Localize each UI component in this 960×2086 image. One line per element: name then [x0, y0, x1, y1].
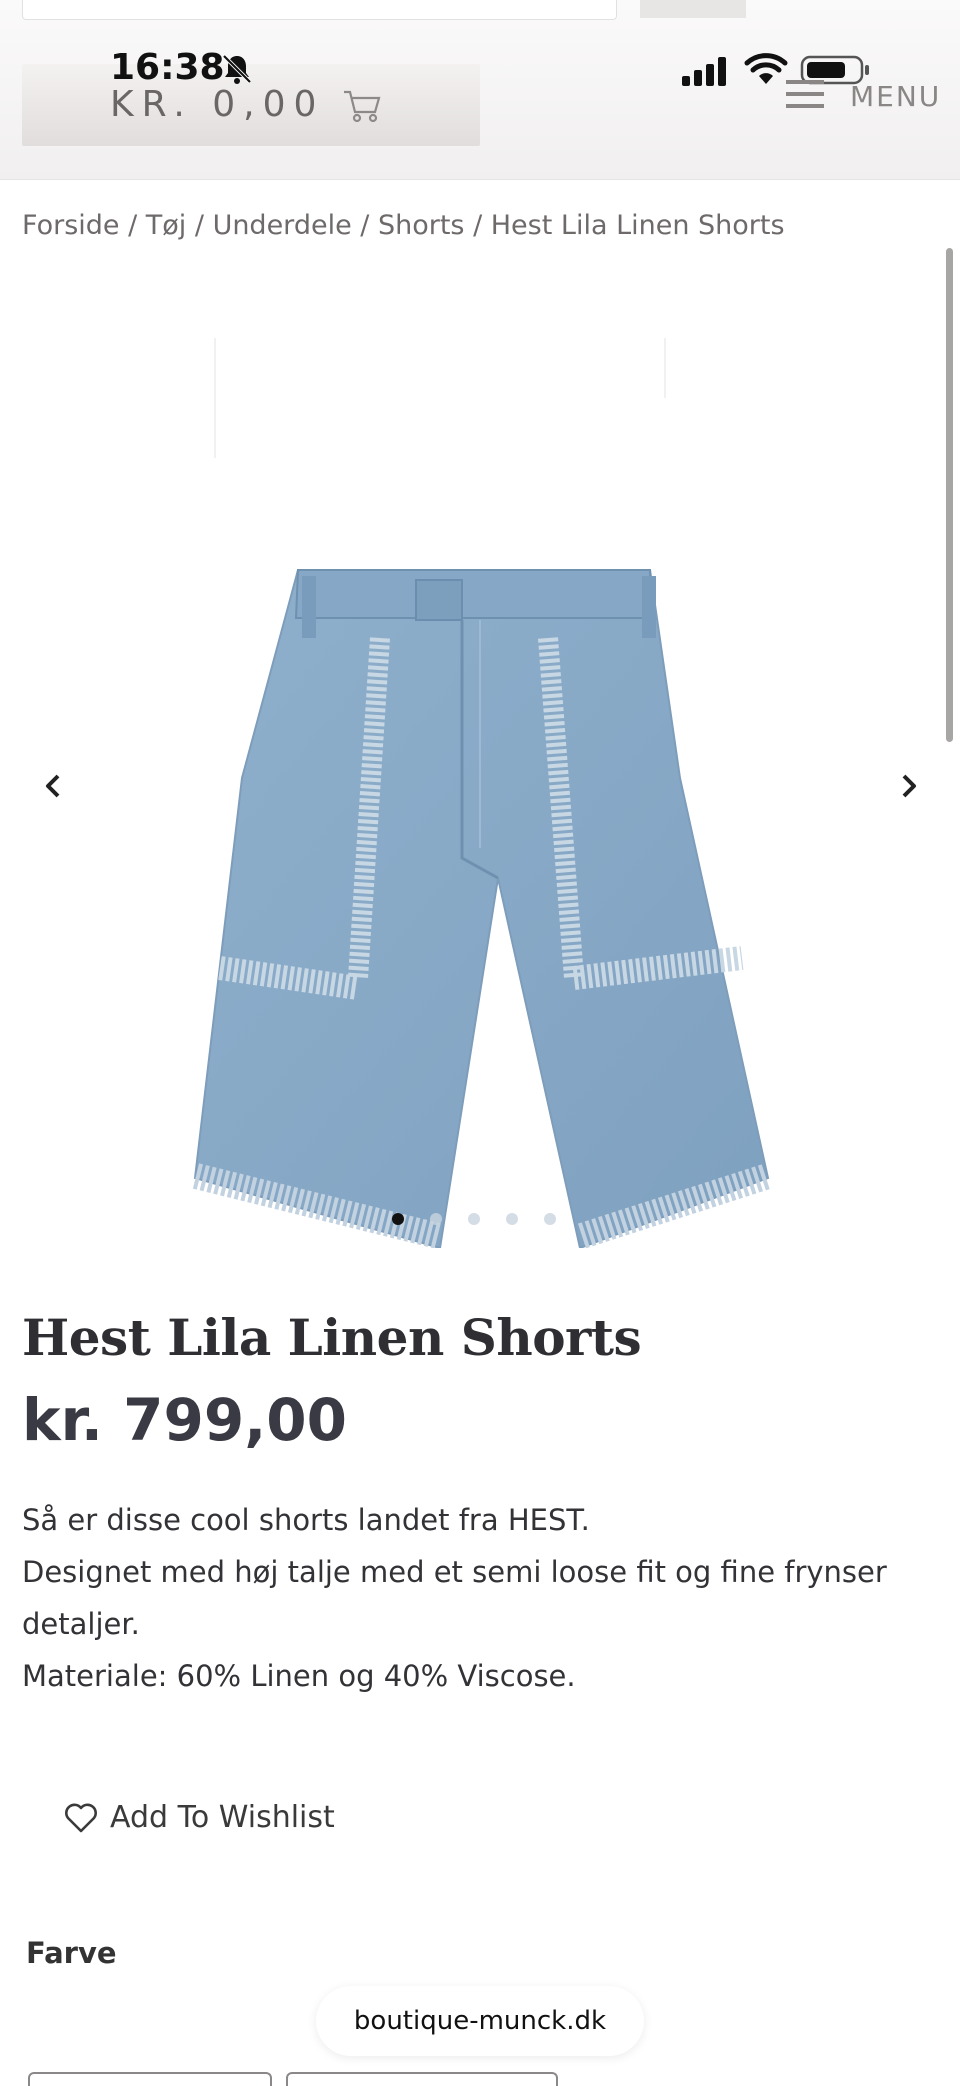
breadcrumb-current: Hest Lila Linen Shorts [490, 210, 785, 241]
search-button-edge [640, 0, 746, 18]
gallery-dot-5[interactable] [544, 1213, 556, 1225]
gallery-dot-3[interactable] [468, 1213, 480, 1225]
menu-button-label[interactable]: MENU [850, 80, 941, 113]
cart-amount: KR. 0,00 [110, 84, 325, 125]
hamburger-menu-icon[interactable] [784, 74, 826, 114]
breadcrumb-link-bottoms[interactable]: Underdele [213, 210, 352, 241]
color-swatch-option[interactable] [286, 2072, 558, 2086]
breadcrumb-link-clothing[interactable]: Tøj [146, 210, 187, 241]
status-time: 16:38 [110, 47, 225, 88]
wishlist-label: Add To Wishlist [110, 1800, 335, 1835]
color-option-label: Farve [26, 1936, 117, 1970]
gallery-dot-1[interactable] [392, 1213, 404, 1225]
search-bar-edge [22, 0, 617, 20]
gallery-dot-4[interactable] [506, 1213, 518, 1225]
color-swatch-option[interactable] [28, 2072, 272, 2086]
add-to-wishlist-button[interactable]: Add To Wishlist [64, 1800, 335, 1835]
heart-icon [65, 1803, 97, 1832]
bell-muted-icon [222, 54, 252, 84]
product-price: kr. 799,00 [22, 1386, 347, 1454]
cart-icon [344, 90, 381, 123]
gallery-pagination [392, 1213, 556, 1225]
browser-url-bar[interactable]: boutique-munck.dk [316, 1986, 644, 2056]
product-description: Så er disse cool shorts landet fra HEST.… [22, 1494, 942, 1702]
description-line: Designet med høj talje med et semi loose… [22, 1555, 887, 1641]
url-text: boutique-munck.dk [353, 2006, 607, 2036]
breadcrumb-link-home[interactable]: Forside [22, 210, 120, 241]
description-line: Materiale: 60% Linen og 40% Viscose. [22, 1659, 576, 1693]
gallery-next-arrow-icon[interactable] [896, 770, 922, 802]
gallery-prev-arrow-icon[interactable] [40, 770, 66, 802]
product-image[interactable] [180, 258, 780, 1248]
page-scrollbar[interactable] [946, 248, 953, 742]
gallery-dot-2[interactable] [430, 1213, 442, 1225]
wifi-icon [744, 53, 788, 84]
product-title: Hest Lila Linen Shorts [22, 1308, 642, 1367]
signal-icon [682, 57, 726, 86]
breadcrumb: Forside / Tøj / Underdele / Shorts / Hes… [22, 210, 785, 241]
breadcrumb-link-shorts[interactable]: Shorts [378, 210, 465, 241]
description-line: Så er disse cool shorts landet fra HEST. [22, 1503, 590, 1537]
